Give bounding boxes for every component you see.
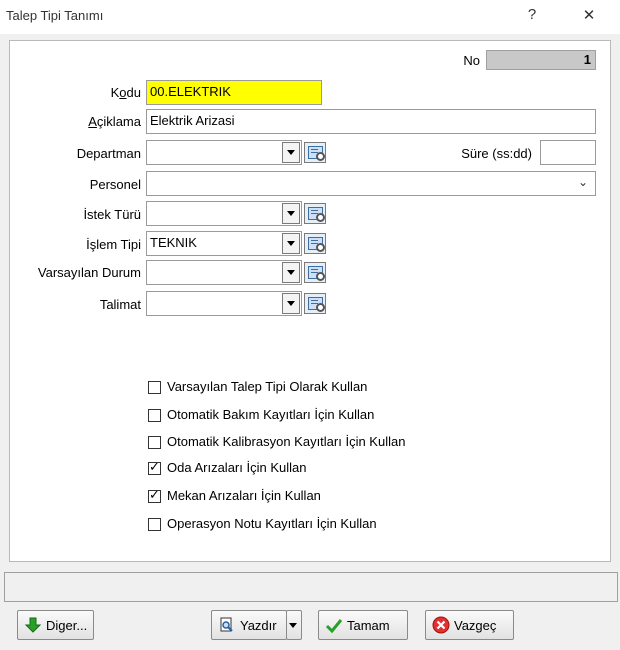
checkbox-oda[interactable] bbox=[148, 460, 161, 475]
varsayilan-durum-dropdown-icon[interactable] bbox=[282, 262, 300, 283]
talimat-dropdown-icon[interactable] bbox=[282, 293, 300, 314]
checkbox-bakim-label: Otomatik Bakım Kayıtları İçin Kullan bbox=[167, 407, 375, 422]
departman-lookup-icon[interactable] bbox=[304, 142, 326, 163]
sure-label: Süre (ss:dd) bbox=[461, 146, 532, 161]
checkbox-varsayilan[interactable] bbox=[148, 381, 161, 394]
checkbox-mekan-label: Mekan Arızaları İçin Kullan bbox=[167, 488, 321, 503]
diger-button[interactable]: Diger... bbox=[17, 610, 94, 640]
islem-tipi-input[interactable]: TEKNIK bbox=[146, 231, 302, 256]
checkbox-kalibrasyon-label: Otomatik Kalibrasyon Kayıtları İçin Kull… bbox=[167, 434, 406, 449]
varsayilan-durum-label: Varsayılan Durum bbox=[37, 265, 141, 280]
kodu-label: Kodu bbox=[110, 85, 141, 100]
varsayilan-durum-input[interactable] bbox=[146, 260, 302, 285]
tamam-button-label: Tamam bbox=[347, 617, 390, 633]
checkbox-oda-label: Oda Arızaları İçin Kullan bbox=[167, 460, 307, 475]
checkbox-operasyon-label: Operasyon Notu Kayıtları İçin Kullan bbox=[167, 516, 377, 531]
yazdir-dropdown-button[interactable] bbox=[286, 610, 302, 640]
arrow-down-icon bbox=[24, 616, 42, 634]
help-button[interactable]: ? bbox=[518, 6, 546, 23]
aciklama-input[interactable]: Elektrik Arizasi bbox=[146, 109, 596, 134]
sure-input[interactable] bbox=[540, 140, 596, 165]
istek-turu-label: İstek Türü bbox=[83, 207, 141, 222]
window-title: Talep Tipi Tanımı bbox=[6, 8, 104, 23]
personel-select[interactable] bbox=[146, 171, 596, 196]
istek-turu-lookup-icon[interactable] bbox=[304, 203, 326, 224]
checkbox-operasyon[interactable] bbox=[148, 518, 161, 531]
checkbox-kalibrasyon[interactable] bbox=[148, 436, 161, 449]
yazdir-button-label: Yazdır bbox=[240, 617, 277, 633]
aciklama-label: Açiklama bbox=[88, 114, 141, 129]
tamam-button[interactable]: Tamam bbox=[318, 610, 408, 640]
checkbox-varsayilan-label: Varsayılan Talep Tipi Olarak Kullan bbox=[167, 379, 368, 394]
status-bar bbox=[4, 572, 618, 602]
departman-label: Departman bbox=[76, 146, 141, 161]
islem-tipi-label: İşlem Tipi bbox=[86, 237, 141, 252]
cancel-icon bbox=[432, 616, 450, 634]
checkmark-icon bbox=[325, 616, 343, 634]
no-value: 1 bbox=[486, 50, 596, 70]
istek-turu-input[interactable] bbox=[146, 201, 302, 226]
departman-dropdown-icon[interactable] bbox=[282, 142, 300, 163]
caret-down-icon bbox=[289, 622, 297, 628]
istek-turu-dropdown-icon[interactable] bbox=[282, 203, 300, 224]
vazgec-button-label: Vazgeç bbox=[454, 617, 497, 633]
vazgec-button[interactable]: Vazgeç bbox=[425, 610, 514, 640]
yazdir-button[interactable]: Yazdır bbox=[211, 610, 287, 640]
talimat-input[interactable] bbox=[146, 291, 302, 316]
talimat-lookup-icon[interactable] bbox=[304, 293, 326, 314]
kodu-input[interactable]: 00.ELEKTRIK bbox=[146, 80, 322, 105]
diger-button-label: Diger... bbox=[46, 617, 88, 633]
no-label: No bbox=[463, 53, 480, 68]
close-button[interactable]: ✕ bbox=[575, 6, 603, 24]
islem-tipi-lookup-icon[interactable] bbox=[304, 233, 326, 254]
talimat-label: Talimat bbox=[99, 297, 141, 312]
checkbox-bakim[interactable] bbox=[148, 409, 161, 422]
checkbox-mekan[interactable] bbox=[148, 488, 161, 503]
islem-tipi-dropdown-icon[interactable] bbox=[282, 233, 300, 254]
varsayilan-durum-lookup-icon[interactable] bbox=[304, 262, 326, 283]
personel-chevron-down-icon[interactable]: ⌄ bbox=[578, 175, 588, 189]
personel-label: Personel bbox=[89, 177, 141, 192]
print-preview-icon bbox=[218, 616, 236, 634]
departman-input[interactable] bbox=[146, 140, 302, 165]
